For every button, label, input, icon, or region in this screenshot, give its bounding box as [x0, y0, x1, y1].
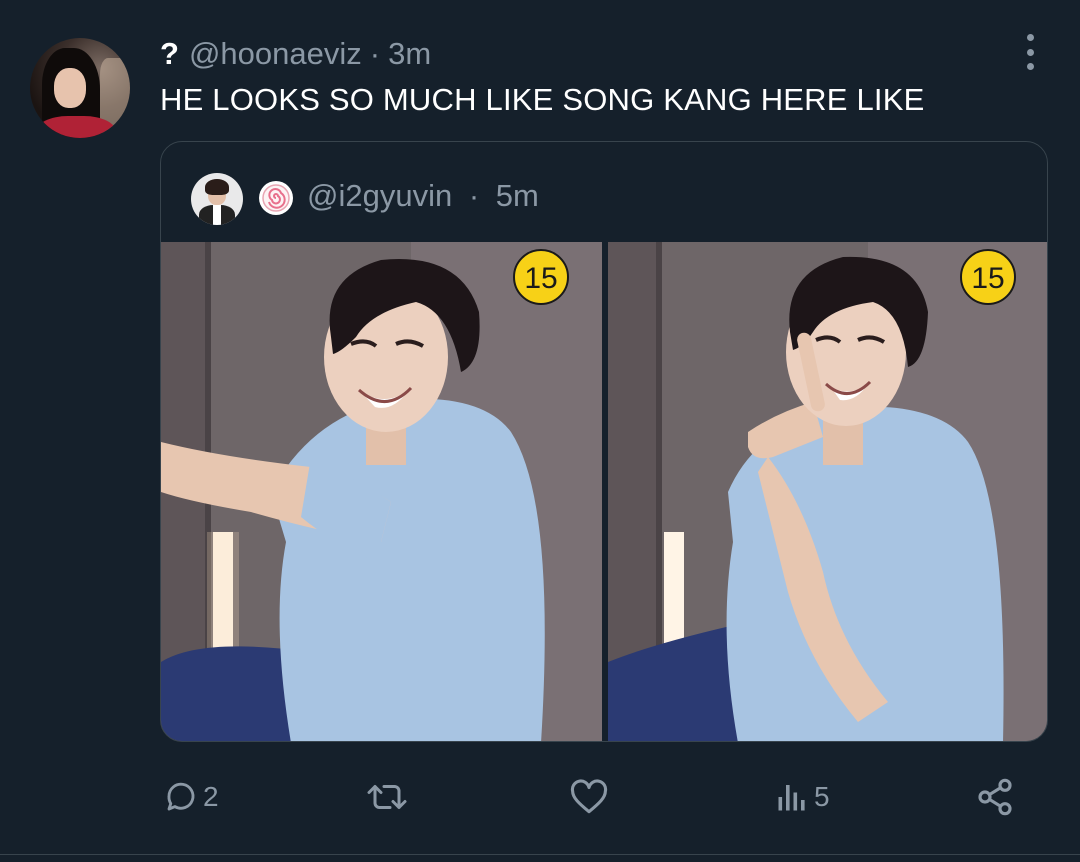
- naruto-emoji-icon: [259, 181, 293, 215]
- reply-count: 2: [203, 781, 219, 812]
- quoted-header: @i2gyuvin · 5m: [307, 178, 539, 214]
- retweet-button[interactable]: [365, 770, 413, 824]
- views-button[interactable]: 5: [774, 770, 830, 824]
- retweet-icon: [367, 785, 407, 809]
- share-icon: [978, 778, 1012, 816]
- age-rating-badge: 15: [971, 262, 1004, 295]
- media-image-1[interactable]: 15: [161, 242, 602, 741]
- tweet-text: HE LOOKS SO MUCH LIKE SONG KANG HERE LIK…: [160, 82, 925, 117]
- quoted-time[interactable]: 5m: [496, 178, 539, 213]
- tweet[interactable]: ? @hoonaeviz · 3m HE LOOKS SO MUCH LIKE …: [0, 0, 1080, 862]
- heart-icon: [570, 779, 608, 814]
- media-image-2[interactable]: 15: [608, 242, 1047, 741]
- quoted-tweet[interactable]: @i2gyuvin · 5m 15 15: [160, 141, 1048, 742]
- tweet-time[interactable]: 3m: [388, 36, 431, 72]
- quoted-media: 15 15: [161, 242, 1047, 741]
- like-button[interactable]: [569, 770, 613, 824]
- divider: [0, 854, 1080, 855]
- reply-button[interactable]: 2: [163, 770, 219, 824]
- reply-icon: [167, 782, 195, 811]
- author-handle[interactable]: @hoonaeviz: [189, 36, 362, 72]
- quoted-author-avatar[interactable]: [191, 173, 243, 225]
- author-avatar[interactable]: [30, 38, 130, 138]
- bar-chart-icon: [778, 785, 805, 811]
- separator-dot: ·: [369, 36, 381, 71]
- views-count: 5: [814, 781, 830, 812]
- separator-dot: ·: [468, 178, 480, 213]
- tweet-actions: 2 5: [0, 770, 1080, 824]
- more-options-icon[interactable]: [1015, 34, 1045, 70]
- display-name[interactable]: ?: [160, 36, 179, 72]
- tweet-header: ? @hoonaeviz · 3m: [160, 34, 431, 74]
- share-button[interactable]: [975, 770, 1015, 824]
- quoted-handle[interactable]: @i2gyuvin: [307, 178, 452, 213]
- age-rating-badge: 15: [524, 262, 557, 295]
